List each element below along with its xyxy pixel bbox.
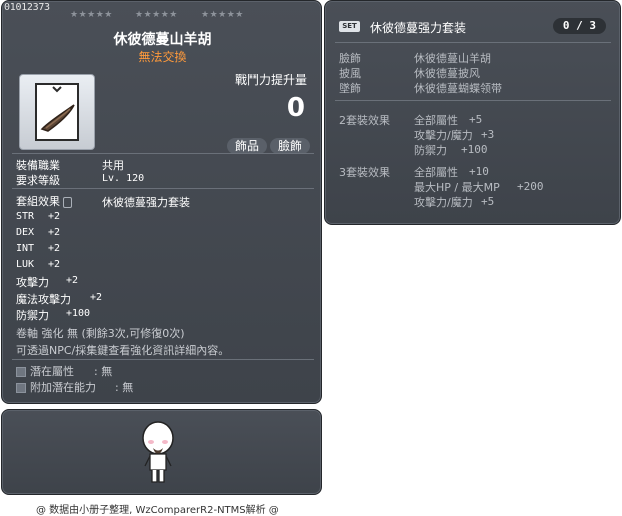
item-tooltip: 01012373 ★★★★★ ★★★★★ ★★★★★ 休彼德蔓山羊胡 無法交換 … <box>1 0 322 404</box>
set-effect-label: 套組效果 <box>16 193 72 209</box>
item-name: 休彼德蔓山羊胡 <box>113 32 212 48</box>
level-label: 要求等級 <box>16 174 60 187</box>
additional-potential-icon <box>16 383 26 393</box>
set-effect-stat: 防禦力 <box>414 144 447 157</box>
set-effect-stat: 最大HP / 最大MP <box>414 181 500 194</box>
set-piece-slot: 墜飾 <box>339 82 361 95</box>
set-effect-value: +200 <box>517 180 544 193</box>
goatee-icon <box>35 83 79 141</box>
set-piece-name: 休彼德蔓披风 <box>414 67 480 80</box>
set-info-tooltip: SET 休彼德蔓强力套装 0 / 3 臉飾 休彼德蔓山羊胡 披風 休彼德蔓披风 … <box>324 0 621 225</box>
level-value: Lv. 120 <box>102 173 145 184</box>
additional-potential-label: 附加潛在能力 <box>30 381 96 394</box>
item-code: 01012373 <box>4 2 50 13</box>
stat-magic-attack-label: 魔法攻擊力 <box>16 293 71 306</box>
avatar-preview <box>1 409 322 495</box>
power-increase-label: 戰鬥力提升量 <box>234 73 307 87</box>
set-piece-slot: 披風 <box>339 67 361 80</box>
stat-str-value: +2 <box>48 211 61 222</box>
set-effect-value: +5 <box>469 113 483 126</box>
potential-value: : 無 <box>94 365 113 378</box>
set-effect-value: +100 <box>461 143 488 156</box>
divider <box>12 188 314 189</box>
set-piece-name: 休彼德蔓山羊胡 <box>414 52 491 65</box>
set-effect-label-text: 套組效果 <box>16 195 60 208</box>
potential-row: 潛在屬性 <box>16 363 74 379</box>
stat-attack-value: +2 <box>66 275 79 286</box>
set-effect-stat: 全部屬性 <box>414 166 458 179</box>
divider <box>12 153 314 154</box>
set-name: 休彼德蔓强力套装 <box>102 196 190 209</box>
set-effect-2-label: 2套裝效果 <box>339 114 390 127</box>
star-force-group-2: ★★★★★ <box>135 10 178 20</box>
stat-dex-value: +2 <box>48 227 61 238</box>
set-effect-stat: 全部屬性 <box>414 114 458 127</box>
set-piece-count: 0 / 3 <box>552 18 606 34</box>
set-effect-stat: 攻擊力/魔力 <box>414 196 473 209</box>
set-piece-slot: 臉飾 <box>339 52 361 65</box>
divider <box>335 100 611 101</box>
star-force-group-3: ★★★★★ <box>201 10 244 20</box>
stat-str-label: STR <box>16 211 35 222</box>
potential-label: 潛在屬性 <box>30 365 74 378</box>
set-piece-name: 休彼德蔓蝴蝶领带 <box>414 82 502 95</box>
set-effect-3-label: 3套裝效果 <box>339 166 390 179</box>
stat-attack-label: 攻擊力 <box>16 276 49 289</box>
job-label: 裝備職業 <box>16 159 60 172</box>
item-icon-frame <box>19 74 95 150</box>
set-effect-value: +10 <box>469 165 489 178</box>
stat-dex-label: DEX <box>16 227 35 238</box>
stat-defense-value: +100 <box>66 308 91 319</box>
character-avatar <box>142 421 174 483</box>
category-tag-accessory: 飾品 <box>227 138 268 154</box>
trade-status: 無法交換 <box>138 50 187 64</box>
star-force-group-1: ★★★★★ <box>70 10 113 20</box>
power-increase-value: 0 <box>286 93 305 123</box>
stat-magic-attack-value: +2 <box>90 292 103 303</box>
scroll-info: 卷軸 強化 無 (剩餘3次,可修復0次) <box>16 327 185 340</box>
set-effect-value: +3 <box>481 128 495 141</box>
set-effect-stat: 攻擊力/魔力 <box>414 129 473 142</box>
divider <box>12 359 314 360</box>
potential-icon <box>16 367 26 377</box>
upgrade-hint: 可透過NPC/採集鍵查看強化資訊詳細內容。 <box>16 344 230 357</box>
stat-defense-label: 防禦力 <box>16 309 49 322</box>
set-badge-icon: SET <box>339 21 360 32</box>
job-value: 共用 <box>102 159 124 172</box>
additional-potential-row: 附加潛在能力 <box>16 379 96 395</box>
set-title: 休彼德蔓强力套装 <box>370 21 467 35</box>
additional-potential-value: : 無 <box>115 381 134 394</box>
stat-int-label: INT <box>16 243 35 254</box>
set-effect-value: +5 <box>481 195 495 208</box>
stat-luk-label: LUK <box>16 259 35 270</box>
lock-icon <box>63 196 72 208</box>
stat-luk-value: +2 <box>48 259 61 270</box>
category-tag-face: 臉飾 <box>270 138 311 154</box>
divider <box>335 42 611 43</box>
stat-int-value: +2 <box>48 243 61 254</box>
